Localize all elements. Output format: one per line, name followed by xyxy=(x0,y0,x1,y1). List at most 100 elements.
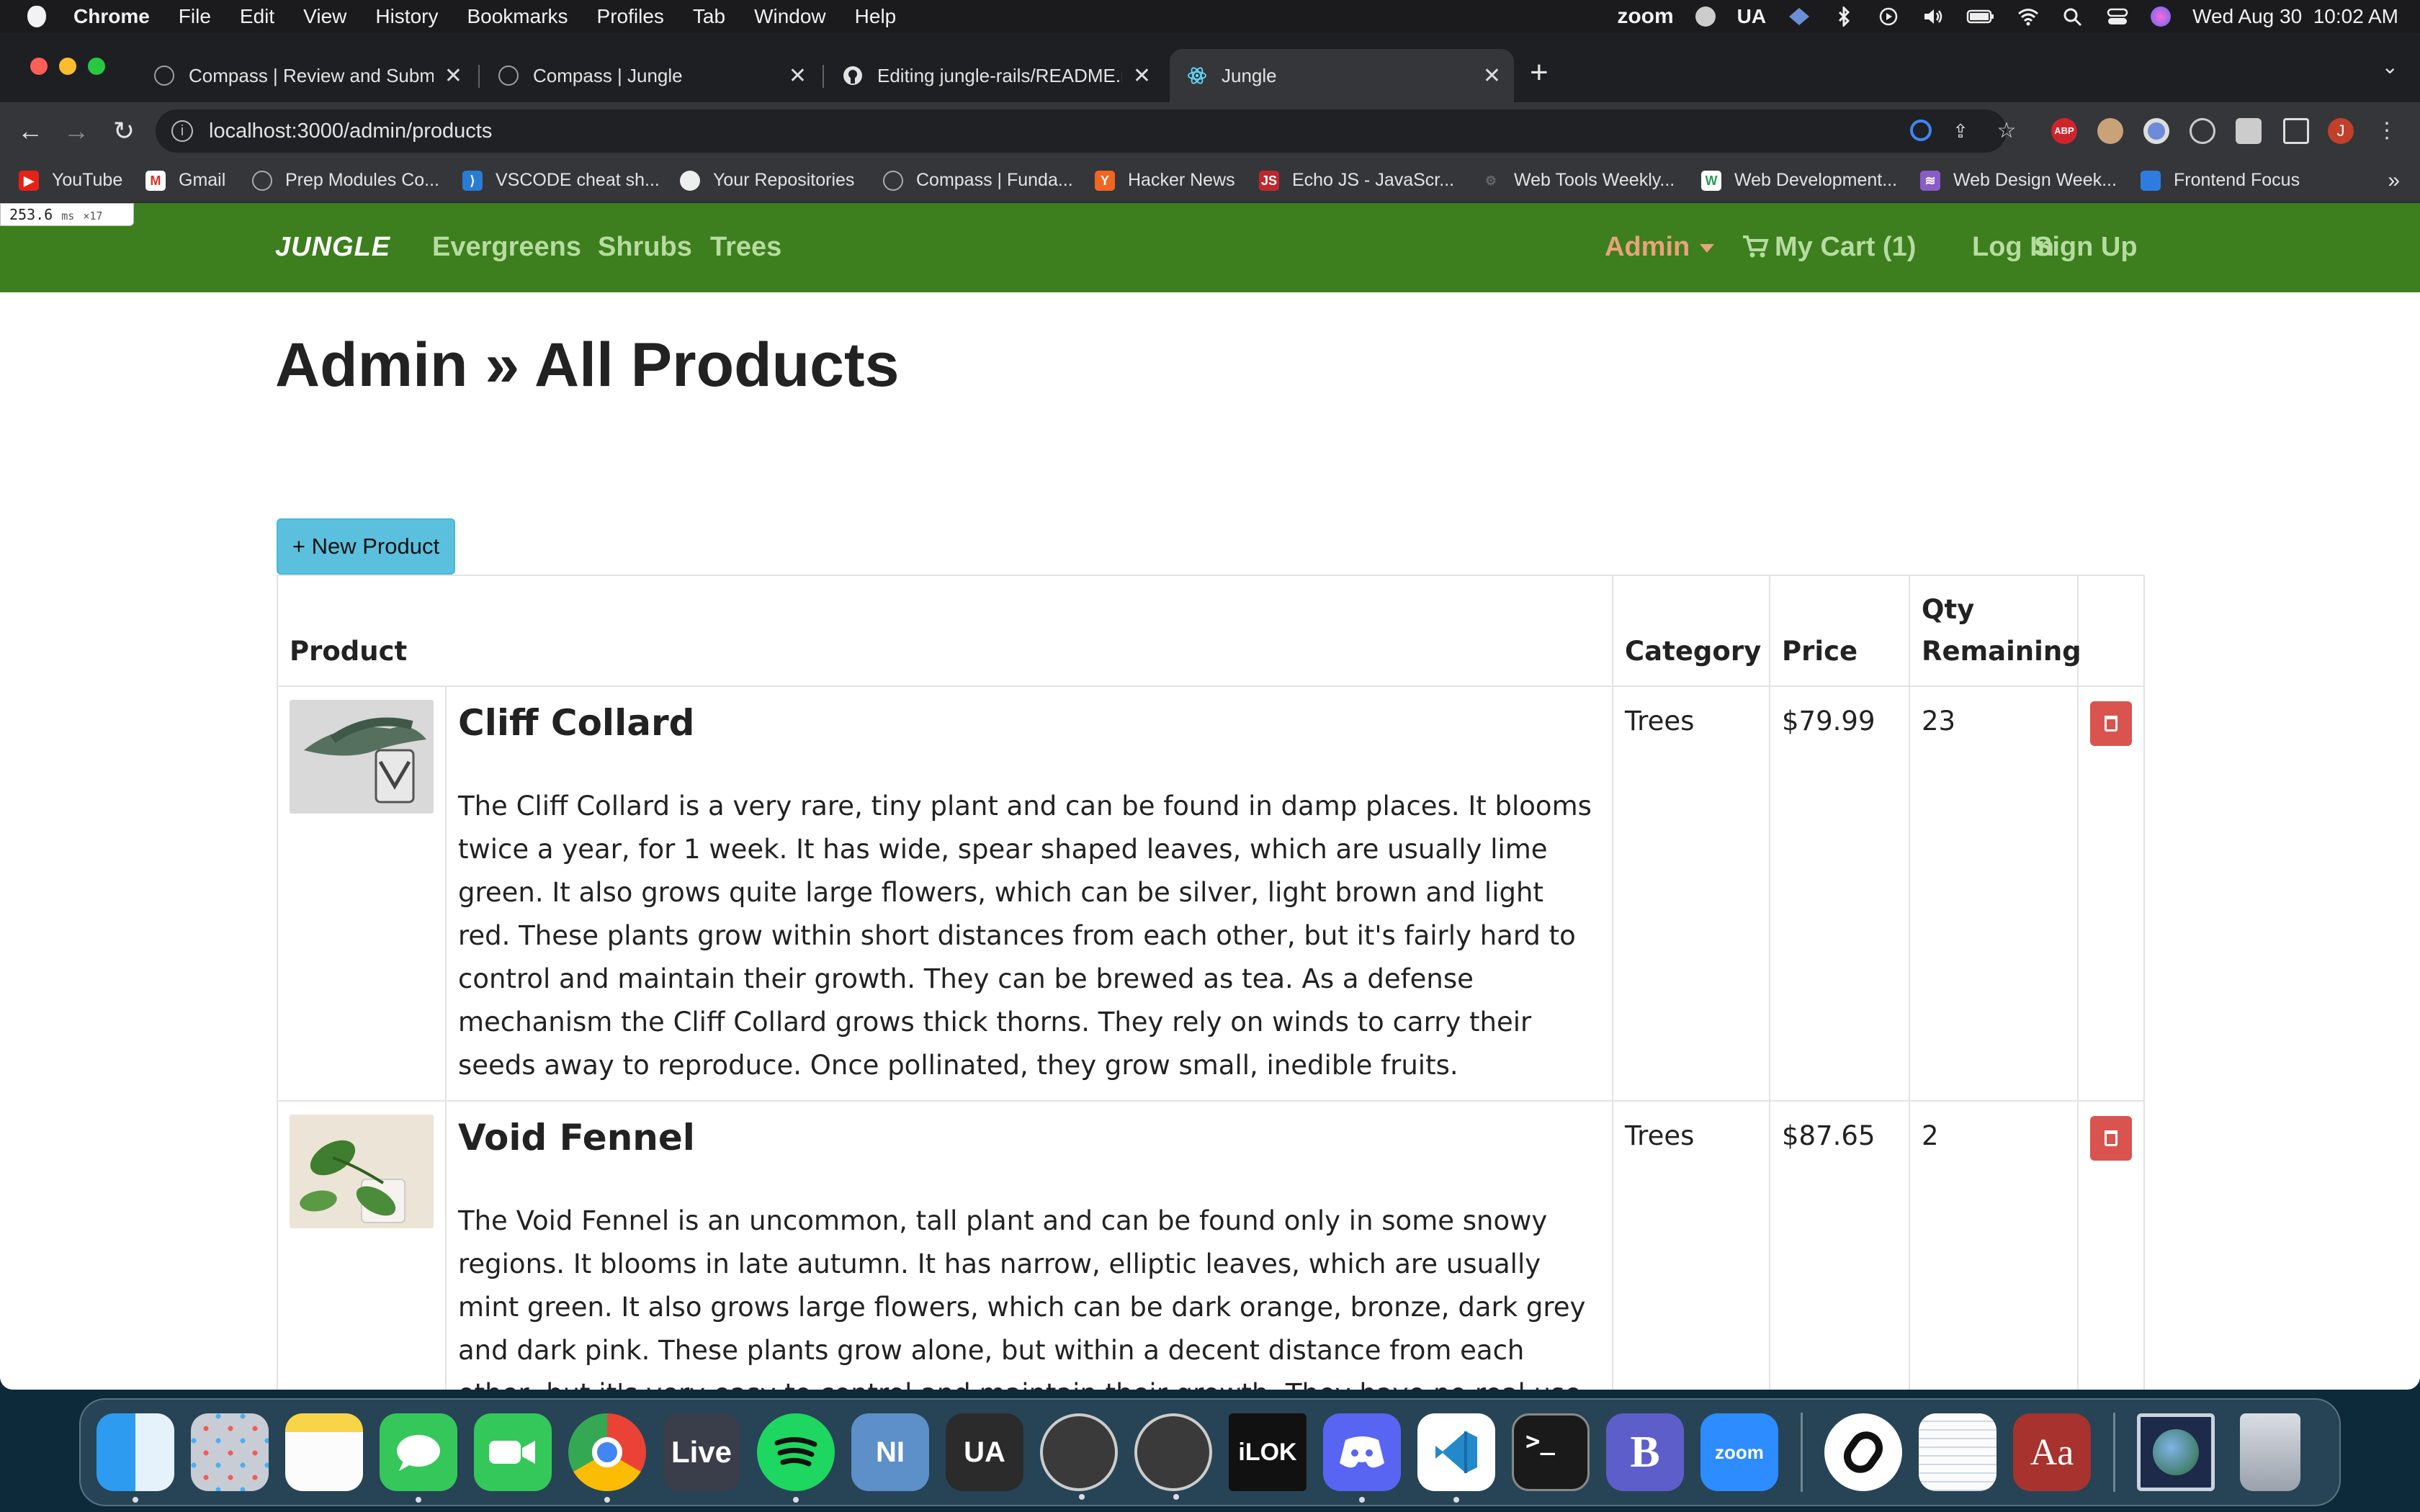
battery-icon[interactable] xyxy=(1966,6,1995,27)
ableton-live-icon[interactable]: Live xyxy=(663,1413,740,1491)
menu-app-chrome[interactable]: Chrome xyxy=(73,5,150,28)
close-tab-icon[interactable]: ✕ xyxy=(1133,63,1151,89)
new-product-button[interactable]: + New Product xyxy=(277,518,455,575)
tab-compass-jungle[interactable]: Compass | Jungle ✕ xyxy=(481,49,820,102)
bookmark-your-repositories[interactable]: Your Repositories xyxy=(680,170,854,191)
back-button[interactable]: ← xyxy=(12,112,49,150)
vscode-icon[interactable] xyxy=(1417,1413,1495,1503)
url-text[interactable]: localhost:3000/admin/products xyxy=(209,120,492,143)
trash-icon[interactable] xyxy=(2240,1413,2300,1491)
play-icon[interactable] xyxy=(1877,6,1900,27)
menu-edit[interactable]: Edit xyxy=(240,5,274,28)
bookmark-prep-modules[interactable]: Prep Modules Co... xyxy=(252,170,439,191)
menu-history[interactable]: History xyxy=(375,5,438,28)
nav-link-trees[interactable]: Trees xyxy=(710,232,781,263)
dictionary-icon[interactable]: Aa xyxy=(2013,1413,2091,1491)
downloads-icon[interactable] xyxy=(2137,1413,2215,1491)
forward-button[interactable]: → xyxy=(58,112,95,150)
side-panel-icon[interactable] xyxy=(2283,118,2309,144)
spotlight-search-icon[interactable] xyxy=(2061,6,2084,27)
notes-icon[interactable] xyxy=(285,1413,363,1491)
wifi-icon[interactable] xyxy=(2017,6,2040,27)
bluetooth-icon[interactable] xyxy=(1832,6,1855,27)
ua-console-icon[interactable] xyxy=(1040,1413,1118,1500)
ilok-icon[interactable]: iLOK xyxy=(1229,1413,1307,1491)
menu-file[interactable]: File xyxy=(179,5,211,28)
bookmark-star-icon[interactable]: ☆ xyxy=(1995,120,2018,143)
facetime-icon[interactable] xyxy=(474,1413,552,1491)
delete-product-button[interactable] xyxy=(2090,1116,2133,1161)
input-source-status[interactable]: UA xyxy=(1737,5,1766,28)
bookmark-vscode-cheat[interactable]: ⟩ VSCODE cheat sh... xyxy=(462,170,660,191)
adblock-extension-icon[interactable]: ABP xyxy=(2051,118,2077,144)
nav-link-shrubs[interactable]: Shrubs xyxy=(598,232,692,263)
menu-view[interactable]: View xyxy=(303,5,346,28)
chrome-menu-icon[interactable]: ⋮ xyxy=(2374,118,2400,144)
reload-button[interactable]: ↻ xyxy=(105,112,143,150)
zoom-window-button[interactable] xyxy=(88,58,105,75)
bookmark-web-development[interactable]: W Web Development... xyxy=(1701,170,1897,191)
product-thumbnail[interactable] xyxy=(290,700,434,814)
nav-signup[interactable]: Sign Up xyxy=(2034,232,2138,263)
menu-tab[interactable]: Tab xyxy=(693,5,725,28)
tab-search-chevron-icon[interactable]: ⌄ xyxy=(2382,55,2398,78)
bookmark-compass-funda[interactable]: Compass | Funda... xyxy=(883,170,1073,191)
close-tab-icon[interactable]: ✕ xyxy=(1483,63,1501,89)
delete-product-button[interactable] xyxy=(2090,701,2133,746)
more-bookmarks-icon[interactable]: » xyxy=(2388,168,2400,193)
bookmark-web-tools-weekly[interactable]: ⚙ Web Tools Weekly... xyxy=(1481,170,1675,191)
extensions-puzzle-icon[interactable] xyxy=(2236,118,2262,144)
menu-profiles[interactable]: Profiles xyxy=(597,5,664,28)
menu-help[interactable]: Help xyxy=(855,5,897,28)
discord-icon[interactable] xyxy=(1323,1413,1401,1503)
bookmark-web-design-weekly[interactable]: ≋ Web Design Week... xyxy=(1920,170,2117,191)
zoom-icon[interactable]: zoom xyxy=(1700,1413,1778,1491)
bookmark-echo-js[interactable]: JS Echo JS - JavaScr... xyxy=(1259,170,1454,191)
tab-jungle-active[interactable]: Jungle ✕ xyxy=(1170,49,1514,102)
launchpad-icon[interactable] xyxy=(191,1413,269,1491)
terminal-icon[interactable]: >_ xyxy=(1512,1413,1590,1491)
profile-avatar[interactable]: J xyxy=(2328,118,2354,144)
datetime[interactable]: Wed Aug 30 10:02 AM xyxy=(2192,5,2398,28)
close-window-button[interactable] xyxy=(30,58,48,75)
tab-github-readme[interactable]: Editing jungle-rails/README.md ✕ xyxy=(825,49,1164,102)
close-tab-icon[interactable]: ✕ xyxy=(789,63,807,89)
new-tab-button[interactable]: + xyxy=(1530,55,1549,91)
share-icon[interactable]: ⇪ xyxy=(1949,120,1972,143)
ua-logo-icon[interactable] xyxy=(1788,6,1811,27)
address-bar[interactable]: i localhost:3000/admin/products ⇪ ☆ xyxy=(156,109,2016,153)
bbedit-icon[interactable]: B xyxy=(1606,1413,1684,1491)
bookmark-youtube[interactable]: ▶ YouTube xyxy=(19,170,122,191)
site-info-icon[interactable]: i xyxy=(171,120,193,142)
bookmark-hacker-news[interactable]: Y Hacker News xyxy=(1095,170,1235,191)
google-lens-icon[interactable] xyxy=(1910,120,1932,141)
menu-bookmarks[interactable]: Bookmarks xyxy=(467,5,568,28)
messages-icon[interactable] xyxy=(380,1413,457,1503)
admin-dropdown[interactable]: Admin xyxy=(1605,232,1715,263)
react-devtools-icon[interactable] xyxy=(2190,118,2215,144)
zoom-status[interactable]: zoom xyxy=(1617,4,1673,29)
apple-logo-icon[interactable] xyxy=(27,6,46,27)
minimize-window-button[interactable] xyxy=(59,58,76,75)
tab-compass-review[interactable]: Compass | Review and Submit ✕ xyxy=(137,49,475,102)
lightning-icon[interactable] xyxy=(1695,6,1716,27)
extension-circle-icon[interactable] xyxy=(2143,118,2169,144)
close-tab-icon[interactable]: ✕ xyxy=(444,63,462,89)
native-instruments-icon[interactable]: NI xyxy=(851,1413,929,1491)
ua-connect-icon[interactable]: UA xyxy=(946,1413,1023,1491)
spotify-icon[interactable] xyxy=(757,1413,835,1503)
nav-link-evergreens[interactable]: Evergreens xyxy=(432,232,581,263)
product-thumbnail[interactable] xyxy=(290,1115,434,1228)
finder-icon[interactable] xyxy=(97,1413,174,1503)
bookmark-gmail[interactable]: M Gmail xyxy=(145,170,225,191)
siri-icon[interactable] xyxy=(2151,6,2172,27)
bookmark-frontend-focus[interactable]: Frontend Focus xyxy=(2141,170,2300,191)
chrome-icon[interactable] xyxy=(568,1413,646,1503)
brand-logo[interactable]: JUNGLE xyxy=(275,232,390,263)
extension-face-icon[interactable] xyxy=(2097,118,2123,144)
volume-icon[interactable] xyxy=(1922,6,1945,27)
textedit-icon[interactable] xyxy=(1919,1413,1996,1491)
ua-meter-icon[interactable] xyxy=(1134,1413,1212,1500)
nav-my-cart[interactable]: My Cart (1) xyxy=(1742,232,1916,263)
control-center-icon[interactable] xyxy=(2106,6,2129,27)
